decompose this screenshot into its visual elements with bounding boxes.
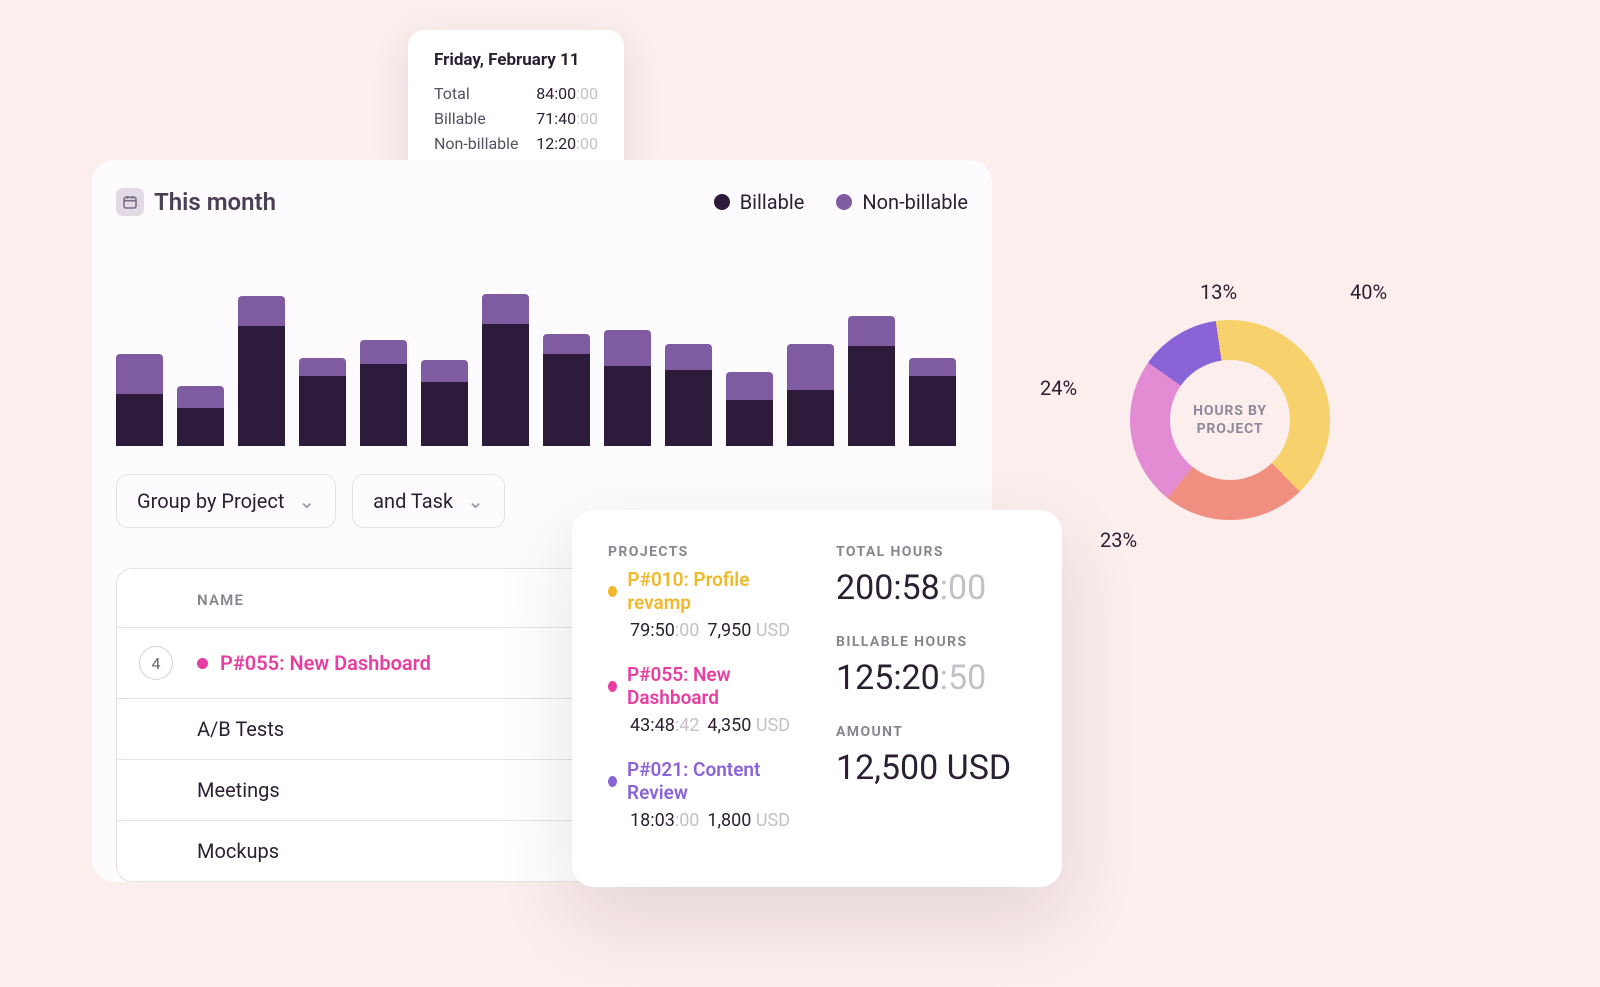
card-header: This month Billable Non-billable [92, 188, 992, 228]
summary-card: PROJECTS P#010: Profile revamp 79:50:007… [572, 510, 1062, 887]
chevron-down-icon: ⌄ [298, 489, 315, 513]
project-metrics: 18:03:001,800 USD [608, 810, 790, 831]
chart-bar[interactable] [421, 360, 468, 446]
tooltip-label: Billable [434, 109, 486, 128]
tooltip-row-billable: Billable 71:40:00 [434, 109, 598, 128]
chart-tooltip: Friday, February 11 Total 84:00:00 Billa… [408, 30, 624, 179]
project-summary-item: P#010: Profile revamp 79:50:007,950 USD [608, 568, 790, 641]
legend-dot-icon [714, 194, 730, 210]
project-dot-icon [608, 681, 617, 692]
donut-chart-area: HOURS BYPROJECT 13% 40% 23% 24% [1040, 280, 1470, 610]
donut-chart[interactable]: HOURS BYPROJECT [1130, 320, 1330, 520]
chart-bar[interactable] [238, 296, 285, 446]
project-dot-icon [197, 658, 208, 669]
billable-hours-block: BILLABLE HOURS 125:20:50 [836, 634, 1026, 698]
amount-block: AMOUNT 12,500 USD [836, 724, 1026, 788]
stat-caption: TOTAL HOURS [836, 544, 1026, 560]
chart-bar[interactable] [909, 358, 956, 446]
legend-nonbillable: Non-billable [836, 190, 968, 214]
select-label: Group by Project [137, 489, 284, 513]
tooltip-value: 71:40:00 [536, 109, 598, 128]
tooltip-label: Non-billable [434, 134, 519, 153]
legend-billable: Billable [714, 190, 805, 214]
tooltip-row-total: Total 84:00:00 [434, 84, 598, 103]
chart-bar[interactable] [299, 358, 346, 446]
calendar-icon [116, 188, 144, 216]
project-metrics: 43:48:424,350 USD [608, 715, 790, 736]
stacked-bar-chart[interactable] [92, 276, 992, 446]
total-hours-block: TOTAL HOURS 200:58:00 [836, 544, 1026, 608]
chart-bar[interactable] [543, 334, 590, 446]
section-caption: PROJECTS [608, 544, 790, 560]
chart-bar[interactable] [604, 330, 651, 446]
donut-slice-label: 40% [1350, 280, 1387, 304]
stat-value: 12,500 USD [836, 748, 1026, 788]
tooltip-row-nonbillable: Non-billable 12:20:00 [434, 134, 598, 153]
chart-bar[interactable] [665, 344, 712, 446]
stat-caption: AMOUNT [836, 724, 1026, 740]
task-count-badge: 4 [139, 646, 173, 680]
project-title: P#021: Content Review [608, 758, 790, 804]
project-metrics: 79:50:007,950 USD [608, 620, 790, 641]
tooltip-value: 84:00:00 [536, 84, 598, 103]
legend-label: Non-billable [862, 190, 968, 214]
chart-bar[interactable] [482, 294, 529, 446]
project-title: P#055: New Dashboard [608, 663, 790, 709]
chart-legend: Billable Non-billable [714, 190, 968, 214]
donut-slice-label: 13% [1200, 280, 1237, 304]
legend-dot-icon [836, 194, 852, 210]
tooltip-title: Friday, February 11 [434, 50, 598, 70]
chart-bar[interactable] [360, 340, 407, 446]
chart-bar[interactable] [726, 372, 773, 446]
period-selector[interactable]: This month [116, 188, 276, 216]
stat-value: 200:58:00 [836, 568, 1026, 608]
totals-column: TOTAL HOURS 200:58:00 BILLABLE HOURS 125… [836, 544, 1026, 853]
project-title: P#010: Profile revamp [608, 568, 790, 614]
project-summary-item: P#055: New Dashboard 43:48:424,350 USD [608, 663, 790, 736]
stat-value: 125:20:50 [836, 658, 1026, 698]
donut-center-label: HOURS BYPROJECT [1170, 360, 1290, 480]
project-dot-icon [608, 776, 617, 787]
chart-bar[interactable] [787, 344, 834, 446]
donut-slice-label: 23% [1100, 528, 1137, 552]
chart-bar[interactable] [177, 386, 224, 446]
chevron-down-icon: ⌄ [467, 489, 484, 513]
legend-label: Billable [740, 190, 805, 214]
project-dot-icon [608, 586, 617, 597]
project-summary-item: P#021: Content Review 18:03:001,800 USD [608, 758, 790, 831]
stat-caption: BILLABLE HOURS [836, 634, 1026, 650]
donut-slice-label: 24% [1040, 376, 1077, 400]
select-label: and Task [373, 489, 453, 513]
chart-bar[interactable] [116, 354, 163, 446]
tooltip-label: Total [434, 84, 470, 103]
group-by-select[interactable]: Group by Project ⌄ [116, 474, 336, 528]
tooltip-value: 12:20:00 [536, 134, 598, 153]
chart-bar[interactable] [848, 316, 895, 446]
period-title: This month [154, 188, 276, 216]
and-task-select[interactable]: and Task ⌄ [352, 474, 505, 528]
projects-column: PROJECTS P#010: Profile revamp 79:50:007… [608, 544, 790, 853]
